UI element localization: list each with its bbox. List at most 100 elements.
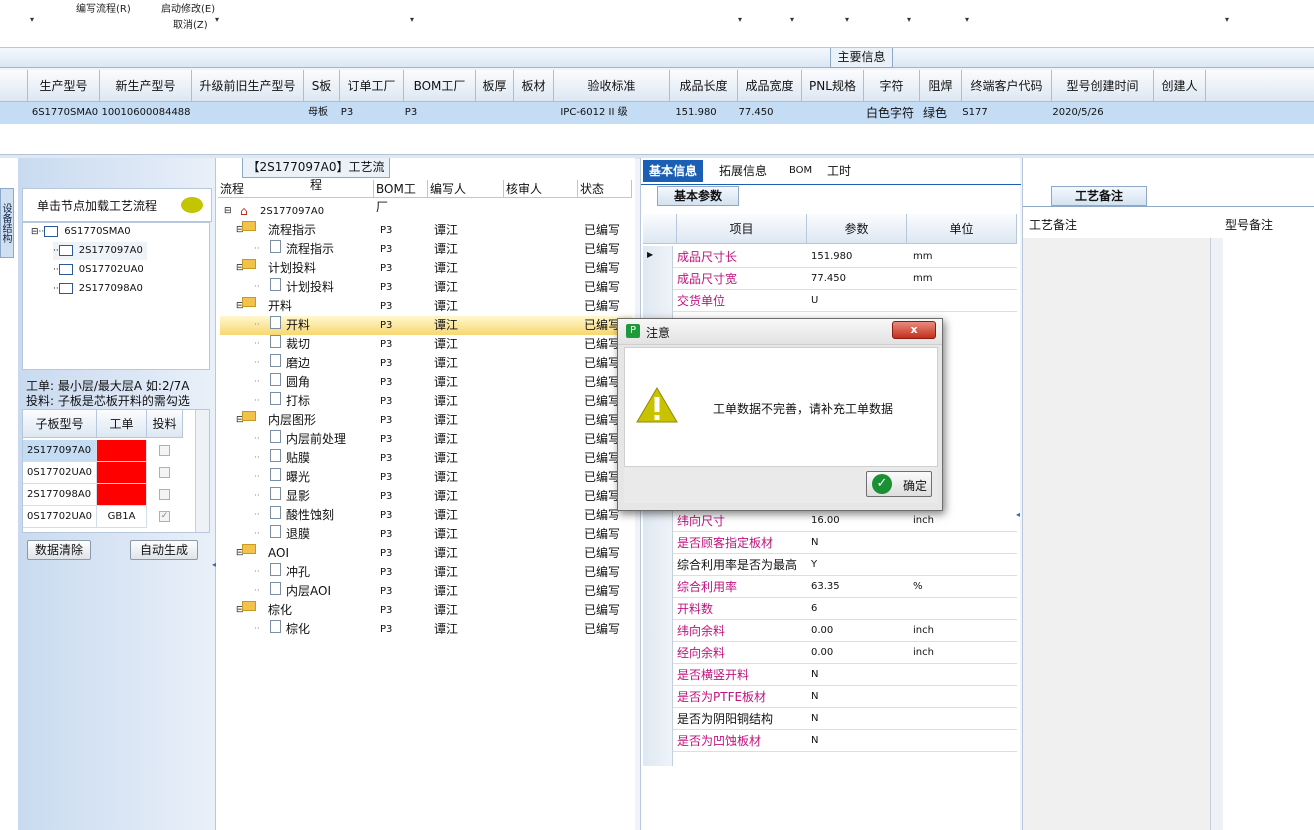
flow-row[interactable]: ·· 内层前处理 P3 谭江 已编写 [220,430,632,449]
column-header[interactable]: 成品宽度 [738,70,802,102]
flow-row[interactable]: ⊟ 内层图形 P3 谭江 已编写 [220,411,632,430]
tab-main-info[interactable]: 主要信息 [830,48,893,68]
param-row[interactable]: 纬向尺寸 16.00 inch [643,510,1017,532]
tree-node-child[interactable]: ·· 2S177098A0 [53,280,143,298]
param-row[interactable]: 纬向余料 0.00 inch [643,620,1017,642]
param-value[interactable]: U [811,290,911,311]
cell-order[interactable]: GB1A [97,506,147,528]
tree-node-child[interactable]: ·· 2S177097A0 [53,242,147,260]
cell-order[interactable] [97,462,147,484]
table-row[interactable]: 6S1770SMA0 10010600084488 母板 P3 P3 IPC-6… [0,102,1314,124]
menu-write-flow[interactable]: 编写流程(R) [76,0,131,15]
dropdown-arrow-icon[interactable]: ▾ [410,15,414,24]
column-header[interactable]: 投料 [147,410,183,438]
flow-row[interactable]: ·· 计划投料 P3 谭江 已编写 [220,278,632,297]
column-header[interactable]: 核审人 [504,180,578,198]
dropdown-arrow-icon[interactable]: ▾ [30,15,34,24]
collapse-right-icon[interactable]: ◂ [1016,510,1020,519]
dropdown-arrow-icon[interactable]: ▾ [845,15,849,24]
flow-row[interactable]: ·· 退膜 P3 谭江 已编写 [220,525,632,544]
column-header[interactable]: 工单 [97,410,147,438]
cell-order[interactable] [97,440,147,462]
flow-row[interactable]: ·· 贴膜 P3 谭江 已编写 [220,449,632,468]
feed-checkbox-checked[interactable]: ✓ [159,511,170,522]
param-value[interactable]: N [811,730,911,751]
menu-start-modify[interactable]: 启动修改(E) [161,0,215,15]
process-remark-text[interactable] [1023,238,1211,830]
param-value[interactable]: 0.00 [811,620,911,641]
cell-model[interactable]: 2S177098A0 [23,484,97,506]
cell-model[interactable]: 2S177097A0 [23,440,97,462]
flow-row[interactable]: ·· 曝光 P3 谭江 已编写 [220,468,632,487]
param-row[interactable]: 成品尺寸长 151.980 mm [643,246,1017,268]
tab-worktime[interactable]: 工时 [821,160,857,182]
column-header[interactable]: 流程 [218,180,374,198]
tab-device-structure[interactable]: 设备结构 [0,188,14,258]
param-value[interactable]: Y [811,554,911,575]
param-row[interactable]: 综合利用率 63.35% [643,576,1017,598]
flow-row[interactable]: ·· 磨边 P3 谭江 已编写 [220,354,632,373]
column-header[interactable]: 编写人 [428,180,504,198]
tree-root-row[interactable]: ⊟ ⌂ 2S177097A0 [220,202,632,221]
cell-order[interactable] [97,484,147,506]
column-header[interactable]: 新生产型号 [100,70,192,102]
flow-row[interactable]: ⊟ 开料 P3 谭江 已编写 [220,297,632,316]
flow-row[interactable]: ·· 酸性蚀刻 P3 谭江 已编写 [220,506,632,525]
column-header[interactable]: 生产型号 [28,70,100,102]
flow-row[interactable]: ·· 打标 P3 谭江 已编写 [220,392,632,411]
column-header[interactable]: 子板型号 [23,410,97,438]
column-header[interactable]: 状态 [578,180,632,198]
param-row[interactable]: 是否为阴阳铜结构 N [643,708,1017,730]
column-header[interactable]: 单位 [907,214,1017,244]
feed-checkbox[interactable] [159,467,170,478]
tree-node-child[interactable]: ·· 0S17702UA0 [53,261,144,279]
param-row[interactable]: 开料数 6 [643,598,1017,620]
param-value[interactable]: N [811,708,911,729]
flow-row[interactable]: ·· 棕化 P3 谭江 已编写 [220,620,632,639]
feed-checkbox[interactable] [159,445,170,456]
tab-basic-info[interactable]: 基本信息 [643,160,704,182]
column-header[interactable]: 项目 [677,214,807,244]
scrollbar[interactable] [195,410,209,532]
param-row[interactable]: 是否为凹蚀板材 N [643,730,1017,752]
flow-row[interactable]: ⊟ 棕化 P3 谭江 已编写 [220,601,632,620]
column-header[interactable]: BOM工厂 [374,180,428,214]
close-button[interactable]: x [892,321,936,339]
param-row[interactable]: 是否横竖开料 N [643,664,1017,686]
column-header[interactable]: BOM工厂 [404,70,476,102]
flow-row[interactable]: ·· 开料 P3 谭江 已编写 [220,316,632,335]
tab-bom[interactable]: BOM [783,160,818,182]
param-value[interactable]: 16.00 [811,510,911,531]
dropdown-arrow-icon[interactable]: ▾ [1225,15,1229,24]
cell-model[interactable]: 0S17702UA0 [23,506,97,528]
column-header[interactable]: 阻焊 [920,70,962,102]
flow-row[interactable]: ·· 裁切 P3 谭江 已编写 [220,335,632,354]
column-header[interactable]: 创建人 [1154,70,1206,102]
param-row[interactable]: 交货单位 U [643,290,1017,312]
param-row[interactable]: 经向余料 0.00 inch [643,642,1017,664]
flow-row[interactable]: ·· 圆角 P3 谭江 已编写 [220,373,632,392]
param-value[interactable]: N [811,532,911,553]
param-row[interactable]: 是否顾客指定板材 N [643,532,1017,554]
param-value[interactable]: N [811,686,911,707]
ok-button[interactable]: ✓ 确定 [866,471,932,497]
param-value[interactable]: N [811,664,911,685]
param-value[interactable]: 6 [811,598,911,619]
column-header[interactable]: 型号创建时间 [1052,70,1154,102]
flow-row[interactable]: ·· 显影 P3 谭江 已编写 [220,487,632,506]
param-value[interactable]: 0.00 [811,642,911,663]
column-header[interactable]: PNL规格 [802,70,864,102]
param-value[interactable]: 151.980 [811,246,911,267]
column-header[interactable]: 板厚 [476,70,514,102]
column-header[interactable]: 验收标准 [554,70,670,102]
column-header[interactable]: 升级前旧生产型号 [192,70,304,102]
column-header[interactable]: 字符 [864,70,920,102]
param-value[interactable]: 63.35 [811,576,911,597]
dropdown-arrow-icon[interactable]: ▾ [790,15,794,24]
auto-generate-button[interactable]: 自动生成 [130,540,198,560]
param-row[interactable]: 是否为PTFE板材 N [643,686,1017,708]
flow-row[interactable]: ⊟ 计划投料 P3 谭江 已编写 [220,259,632,278]
flow-row[interactable]: ⊟ 流程指示 P3 谭江 已编写 [220,221,632,240]
menu-cancel[interactable]: 取消(Z) [173,16,208,31]
param-value[interactable]: 77.450 [811,268,911,289]
